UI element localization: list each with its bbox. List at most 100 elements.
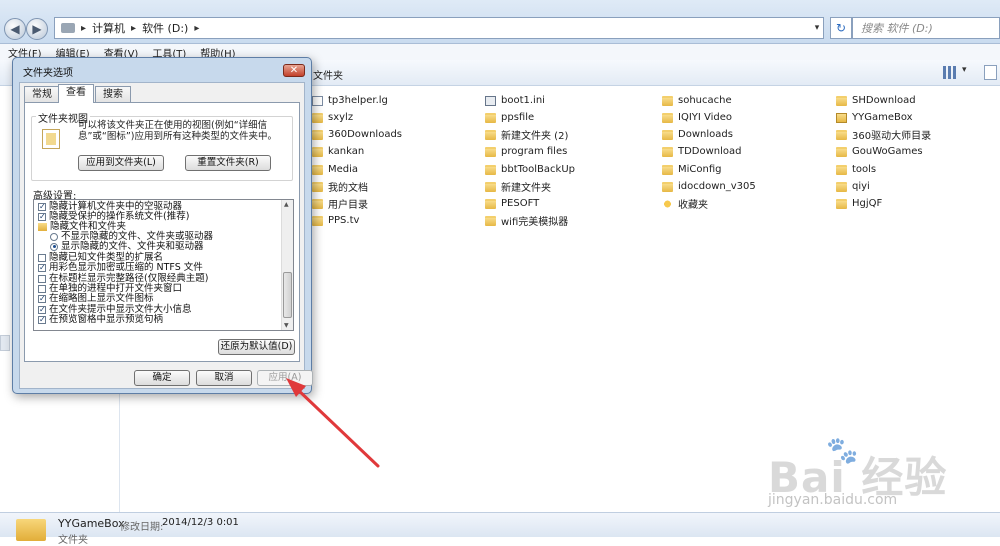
list-item[interactable]: sxylz: [312, 109, 353, 126]
list-item[interactable]: TDDownload: [662, 143, 742, 160]
chevron-right-icon: ▸: [131, 22, 137, 34]
checkbox[interactable]: ✓: [38, 294, 46, 303]
breadcrumb-drive[interactable]: 软件 (D:): [142, 20, 188, 36]
address-bar[interactable]: ▸ 计算机 ▸ 软件 (D:) ▸: [54, 17, 824, 39]
nav-pane-scroll-handle[interactable]: [0, 335, 10, 351]
list-item[interactable]: kankan: [312, 143, 364, 160]
checkbox[interactable]: [38, 274, 46, 283]
list-item-label: HgjQF: [852, 198, 883, 209]
list-item-label: 我的文档: [328, 183, 368, 194]
search-placeholder: 搜索 软件 (D:): [861, 22, 933, 35]
checkbox[interactable]: ✓: [38, 212, 46, 221]
advanced-setting-label: 在缩略图上显示文件图标: [49, 293, 154, 304]
chevron-right-icon: ▸: [194, 22, 200, 34]
list-item[interactable]: Media: [312, 161, 358, 178]
restore-defaults-button[interactable]: 还原为默认值(D): [218, 339, 295, 355]
list-item[interactable]: 新建文件夹 (2): [485, 126, 568, 143]
list-item[interactable]: ppsfile: [485, 109, 534, 126]
list-item[interactable]: boot1.ini: [485, 92, 545, 109]
apply-button[interactable]: 应用(A): [257, 370, 313, 386]
list-item[interactable]: GouWoGames: [836, 143, 923, 160]
preview-pane-icon[interactable]: [984, 65, 997, 80]
drive-icon: [61, 23, 75, 33]
list-item[interactable]: 新建文件夹: [485, 178, 551, 195]
checkbox[interactable]: ✓: [38, 305, 46, 314]
list-item-label: Downloads: [678, 129, 733, 140]
list-item[interactable]: 360驱动大师目录: [836, 126, 931, 143]
scroll-down-icon[interactable]: ▼: [284, 322, 289, 329]
radio-button[interactable]: [50, 232, 58, 241]
list-item[interactable]: SHDownload: [836, 92, 916, 109]
dialog-body: 常规 查看 搜索 文件夹视图 可以将该文件夹正在使用的视图(例如“详细信息”或“…: [19, 82, 313, 389]
checkbox[interactable]: ✓: [38, 202, 46, 211]
list-item[interactable]: tp3helper.lg: [312, 92, 388, 109]
list-item[interactable]: HgjQF: [836, 195, 882, 212]
list-item[interactable]: program files: [485, 143, 567, 160]
tab-view[interactable]: 查看: [58, 84, 94, 103]
list-item-label: ppsfile: [501, 112, 535, 123]
folder-icon: [312, 215, 323, 226]
ok-button[interactable]: 确定: [134, 370, 190, 386]
list-item[interactable]: PPS.tv: [312, 212, 359, 229]
folder-icon: [312, 164, 323, 175]
list-item[interactable]: 收藏夹: [662, 195, 708, 212]
checkbox[interactable]: ✓: [38, 315, 46, 324]
tab-search[interactable]: 搜索: [95, 86, 131, 102]
folder-icon: [836, 198, 847, 209]
file-icon: [312, 95, 323, 106]
list-item[interactable]: wifi完美模拟器: [485, 212, 568, 229]
list-item[interactable]: PESOFT: [485, 195, 539, 212]
breadcrumb-computer[interactable]: 计算机: [92, 20, 125, 36]
advanced-setting-item[interactable]: ✓ 在缩略图上显示文件图标: [38, 293, 154, 304]
modified-label: 修改日期:: [120, 522, 164, 533]
checkbox[interactable]: [38, 284, 46, 293]
cancel-button[interactable]: 取消: [196, 370, 252, 386]
advanced-setting-item[interactable]: ✓ 在预览窗格中显示预览句柄: [38, 314, 163, 325]
checkbox[interactable]: [38, 253, 46, 262]
back-button[interactable]: ◀: [4, 18, 26, 40]
scroll-up-icon[interactable]: ▲: [284, 201, 289, 208]
list-item[interactable]: qiyi: [836, 178, 870, 195]
list-item[interactable]: tools: [836, 161, 876, 178]
reset-folders-button[interactable]: 重置文件夹(R): [185, 155, 271, 171]
list-item[interactable]: 我的文档: [312, 178, 368, 195]
list-item[interactable]: 用户目录: [312, 195, 368, 212]
search-input[interactable]: 搜索 软件 (D:): [852, 17, 1000, 39]
list-item[interactable]: IQIYI Video: [662, 109, 732, 126]
forward-button[interactable]: ▶: [26, 18, 48, 40]
tab-general[interactable]: 常规: [24, 86, 60, 102]
list-item-label: tp3helper.lg: [328, 95, 388, 106]
folder-icon: [312, 181, 323, 192]
address-dropdown[interactable]: ▾: [810, 18, 824, 38]
folder-icon: [485, 129, 496, 140]
advanced-settings-scrollbar[interactable]: ▲ ▼: [281, 200, 293, 330]
checkbox[interactable]: ✓: [38, 263, 46, 272]
refresh-button[interactable]: ↻: [830, 17, 852, 39]
folder-icon: [16, 519, 46, 541]
folder-icon: [836, 181, 847, 192]
list-item[interactable]: idocdown_v305: [662, 178, 756, 195]
close-button[interactable]: ✕: [283, 64, 305, 77]
radio-button[interactable]: [50, 242, 58, 251]
folder-icon: [312, 146, 323, 157]
advanced-setting-item[interactable]: ✓ 用彩色显示加密或压缩的 NTFS 文件: [38, 262, 203, 273]
advanced-setting-item[interactable]: 显示隐藏的文件、文件夹和驱动器: [50, 241, 204, 252]
list-item-label: MiConfig: [678, 164, 722, 175]
close-icon: ✕: [289, 65, 299, 76]
list-item[interactable]: sohucache: [662, 92, 732, 109]
apply-to-folders-button[interactable]: 应用到文件夹(L): [78, 155, 164, 171]
advanced-setting-label: 用彩色显示加密或压缩的 NTFS 文件: [49, 262, 203, 273]
list-item[interactable]: 360Downloads: [312, 126, 402, 143]
list-item[interactable]: bbtToolBackUp: [485, 161, 575, 178]
dialog-title: 文件夹选项: [23, 68, 73, 79]
advanced-settings-list[interactable]: ▲ ▼ ✓ 隐藏计算机文件夹中的空驱动器 ✓ 隐藏受保护的操作系统文件(推荐) 隐藏文件…: [33, 199, 294, 331]
view-options-icon[interactable]: [943, 66, 957, 79]
list-item[interactable]: Downloads: [662, 126, 733, 143]
folder-icon: [836, 129, 847, 140]
list-item[interactable]: YYGameBox: [836, 109, 913, 126]
paw-logo-icon: 🐾: [826, 436, 859, 466]
toolbar-new-folder[interactable]: 文件夹: [313, 67, 343, 82]
list-item[interactable]: MiConfig: [662, 161, 722, 178]
chevron-down-icon[interactable]: ▾: [962, 65, 967, 75]
scroll-thumb[interactable]: [283, 272, 292, 318]
